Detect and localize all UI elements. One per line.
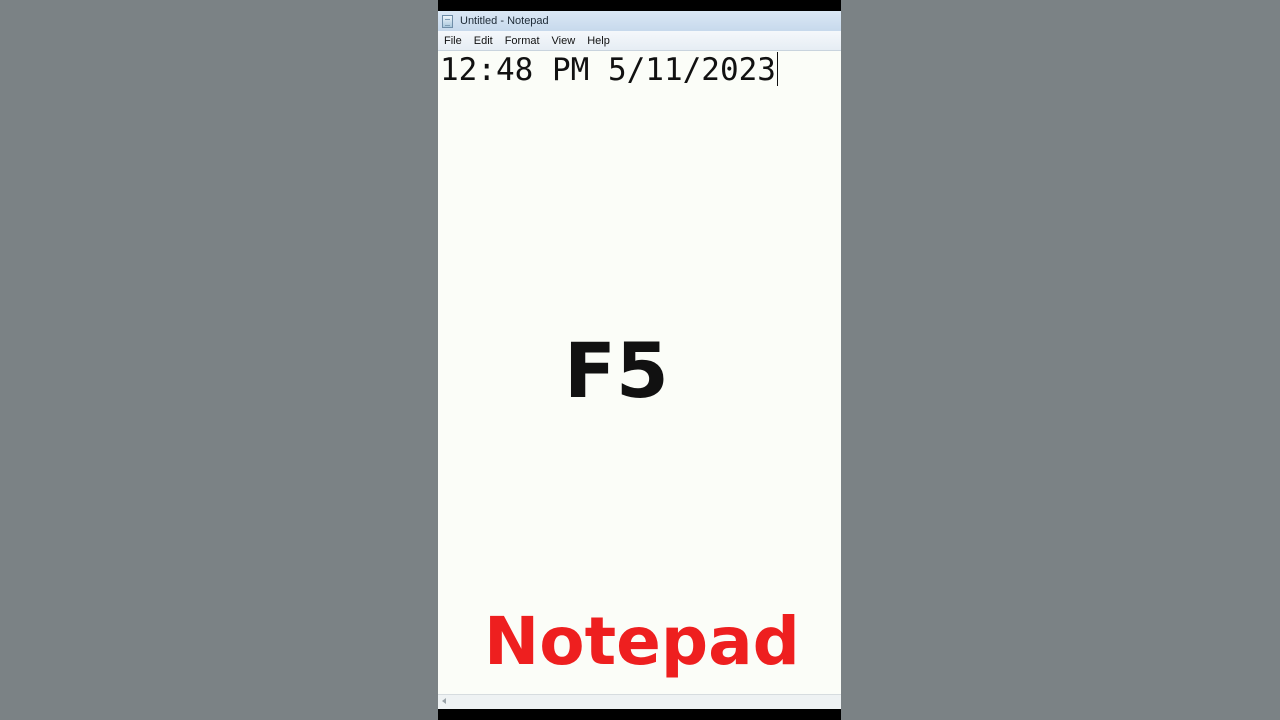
horizontal-scrollbar[interactable] [438,694,841,709]
menu-file[interactable]: File [438,35,468,47]
window-title: Untitled - Notepad [460,15,549,27]
text-editor[interactable]: 12:48 PM 5/11/2023 F5 Notepad [438,51,841,694]
menu-view[interactable]: View [546,35,582,47]
notepad-icon [442,14,453,28]
background-right [841,0,1280,720]
overlay-shortcut-key: F5 [564,326,669,415]
text-caret [776,52,778,86]
overlay-app-name: Notepad [484,603,800,680]
background-left [0,0,438,720]
notepad-window: Untitled - Notepad File Edit Format View… [438,11,841,709]
scroll-left-arrow-icon[interactable] [442,698,446,704]
title-bar[interactable]: Untitled - Notepad [438,11,841,31]
menu-format[interactable]: Format [499,35,546,47]
editor-content-line[interactable]: 12:48 PM 5/11/2023 [440,51,778,89]
menu-bar: File Edit Format View Help [438,31,841,51]
menu-edit[interactable]: Edit [468,35,499,47]
menu-help[interactable]: Help [581,35,616,47]
editor-content: 12:48 PM 5/11/2023 [440,52,776,88]
